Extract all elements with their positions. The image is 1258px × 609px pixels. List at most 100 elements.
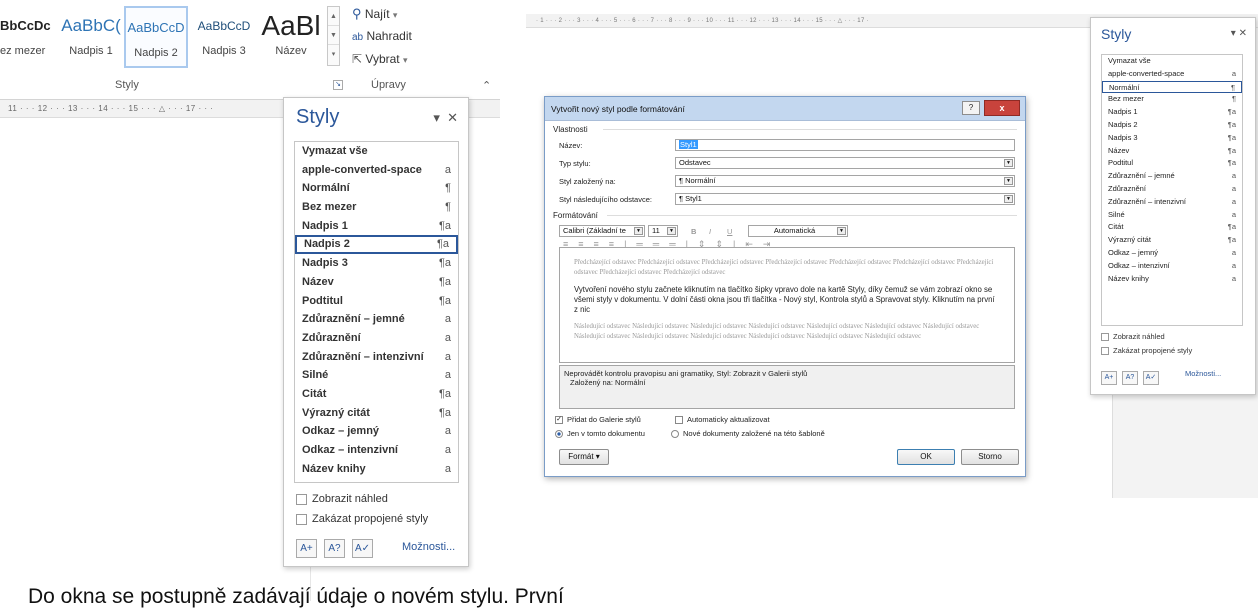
radio-selected-icon[interactable]	[555, 430, 563, 439]
style-list-item[interactable]: Podtitul ¶a	[295, 292, 458, 311]
auto-update-checkbox[interactable]: Automaticky aktualizovat	[675, 415, 770, 425]
replace-button[interactable]: ab Nahradit	[352, 29, 412, 43]
style-name: Odkaz – jemný	[302, 425, 380, 438]
styles-launcher-icon[interactable]: ↘	[333, 80, 343, 90]
gallery-label: ez mezer	[0, 45, 46, 57]
gallery-style-title[interactable]: AaBl Název	[258, 6, 324, 68]
radio-icon[interactable]	[671, 430, 679, 439]
close-icon[interactable]: ✕	[447, 110, 458, 125]
style-list-item[interactable]: Zdůraznění – intenzivní a	[1102, 196, 1242, 209]
gallery-up-icon[interactable]: ▲	[328, 7, 339, 26]
checkbox-checked-icon[interactable]: ✓	[555, 416, 563, 425]
gallery-style-heading2[interactable]: AaBbCcD Nadpis 2	[124, 6, 188, 68]
style-list-item[interactable]: Název ¶a	[1102, 145, 1242, 158]
style-list-item[interactable]: Bez mezer ¶	[1102, 93, 1242, 106]
help-button[interactable]: ?	[962, 101, 980, 115]
new-documents-radio[interactable]: Nové dokumenty založené na této šabloně	[671, 429, 825, 439]
gallery-style-heading1[interactable]: AaBbC( Nadpis 1	[60, 6, 122, 68]
style-list-item[interactable]: Nadpis 3 ¶a	[295, 254, 458, 273]
checkbox-box[interactable]	[1101, 333, 1109, 342]
style-list-item[interactable]: Citát ¶a	[295, 385, 458, 404]
style-list-item[interactable]: Nadpis 1 ¶a	[295, 217, 458, 236]
style-list-item[interactable]: Bez mezer ¶	[295, 198, 458, 217]
color-value: Automatická	[773, 226, 816, 235]
style-list-item[interactable]: Název knihy a	[1102, 273, 1242, 286]
style-list-item[interactable]: Zdůraznění – jemné a	[1102, 170, 1242, 183]
style-list-item[interactable]: Zdůraznění – intenzivní a	[295, 348, 458, 367]
style-list-item[interactable]: Vymazat vše	[295, 142, 458, 161]
style-inspector-icon[interactable]: A?	[324, 539, 345, 558]
disable-linked-checkbox[interactable]: Zakázat propojené styly	[296, 513, 428, 525]
add-to-gallery-checkbox[interactable]: ✓ Přidat do Galerie stylů	[555, 415, 641, 425]
show-preview-checkbox[interactable]: Zobrazit náhled	[296, 493, 388, 505]
style-type-select[interactable]: Odstavec ▼	[675, 157, 1015, 169]
style-list-item[interactable]: Výrazný citát ¶a	[295, 404, 458, 423]
style-name: Zdůraznění – jemné	[1108, 171, 1175, 181]
next-style-select[interactable]: ¶ Styl1 ▼	[675, 193, 1015, 205]
gallery-style-no-spacing[interactable]: BbCcDc ez mezer	[0, 6, 58, 68]
style-list-item[interactable]: Nadpis 2 ¶a	[295, 235, 458, 255]
style-inspector-icon[interactable]: A?	[1122, 371, 1138, 385]
style-list-item[interactable]: Citát ¶a	[1102, 221, 1242, 234]
font-select[interactable]: Calibri (Základní te ▼	[559, 225, 645, 237]
manage-styles-icon[interactable]: A✓	[1143, 371, 1159, 385]
style-list-item[interactable]: Zdůraznění a	[295, 329, 458, 348]
underline-button[interactable]: U	[727, 227, 732, 236]
style-list-item[interactable]: Odkaz – intenzivní a	[1102, 260, 1242, 273]
style-list-item[interactable]: Nadpis 2 ¶a	[1102, 119, 1242, 132]
style-list-item[interactable]: Odkaz – jemný a	[1102, 247, 1242, 260]
collapse-ribbon-icon[interactable]: ⌃	[482, 79, 491, 92]
style-name: Normální	[1109, 82, 1140, 92]
style-list-item[interactable]: apple-converted-space a	[1102, 68, 1242, 81]
show-preview-checkbox[interactable]: Zobrazit náhled	[1101, 332, 1165, 342]
style-list-item[interactable]: Výrazný citát ¶a	[1102, 234, 1242, 247]
style-list-item[interactable]: Nadpis 3 ¶a	[1102, 132, 1242, 145]
based-on-select[interactable]: ¶ Normální ▼	[675, 175, 1015, 187]
style-list-item[interactable]: Odkaz – intenzivní a	[295, 441, 458, 460]
style-list-item[interactable]: Silné a	[1102, 209, 1242, 222]
size-select[interactable]: 11 ▼	[648, 225, 678, 237]
style-list-item[interactable]: Název ¶a	[295, 273, 458, 292]
style-list-item[interactable]: Vymazat vše	[1102, 55, 1242, 68]
style-list-item[interactable]: Silné a	[295, 366, 458, 385]
chevron-down-icon: ▾	[403, 55, 408, 65]
disable-linked-checkbox[interactable]: Zakázat propojené styly	[1101, 346, 1192, 356]
style-list-item[interactable]: Zdůraznění a	[1102, 183, 1242, 196]
style-list-item[interactable]: Nadpis 1 ¶a	[1102, 106, 1242, 119]
manage-styles-icon[interactable]: A✓	[352, 539, 373, 558]
style-list-item[interactable]: Podtitul ¶a	[1102, 157, 1242, 170]
style-list-item[interactable]: Normální ¶	[1102, 80, 1242, 94]
checkbox-box[interactable]	[1101, 347, 1109, 356]
find-button[interactable]: ⚲ Najít ▾	[352, 6, 397, 22]
color-select[interactable]: Automatická ▼	[748, 225, 848, 237]
ok-button[interactable]: OK	[897, 449, 955, 465]
style-list-item[interactable]: Normální ¶	[295, 179, 458, 198]
options-link[interactable]: Možnosti...	[1185, 369, 1221, 378]
new-style-icon[interactable]: A+	[296, 539, 317, 558]
checkbox-box[interactable]	[296, 513, 307, 525]
options-link[interactable]: Možnosti...	[402, 541, 455, 553]
style-list-item[interactable]: Název knihy a	[295, 460, 458, 479]
gallery-style-heading3[interactable]: AaBbCcD Nadpis 3	[192, 6, 256, 68]
italic-button[interactable]: I	[709, 227, 711, 236]
checkbox-box[interactable]	[675, 416, 683, 425]
close-icon[interactable]: ✕	[1239, 28, 1247, 39]
gallery-scrollbar[interactable]: ▲ ▼ ▾	[327, 6, 340, 66]
gallery-more-icon[interactable]: ▾	[328, 45, 339, 64]
style-list-item[interactable]: apple-converted-space a	[295, 161, 458, 180]
new-style-icon[interactable]: A+	[1101, 371, 1117, 385]
cancel-button[interactable]: Storno	[961, 449, 1019, 465]
checkbox-box[interactable]	[296, 493, 307, 505]
description-line: Založený na: Normální	[570, 378, 646, 387]
close-button[interactable]: x	[984, 100, 1020, 116]
format-button[interactable]: Formát ▾	[559, 449, 609, 465]
bold-button[interactable]: B	[691, 227, 696, 236]
pane-menu-icon[interactable]: ▾	[433, 110, 440, 125]
name-input[interactable]: Styl1	[675, 139, 1015, 151]
gallery-down-icon[interactable]: ▼	[328, 26, 339, 45]
style-list-item[interactable]: Zdůraznění – jemné a	[295, 310, 458, 329]
only-this-document-radio[interactable]: Jen v tomto dokumentu	[555, 429, 645, 439]
pane-menu-icon[interactable]: ▾	[1231, 28, 1236, 39]
style-list-item[interactable]: Odkaz – jemný a	[295, 422, 458, 441]
select-button[interactable]: ⇱ Vybrat ▾	[352, 52, 408, 66]
